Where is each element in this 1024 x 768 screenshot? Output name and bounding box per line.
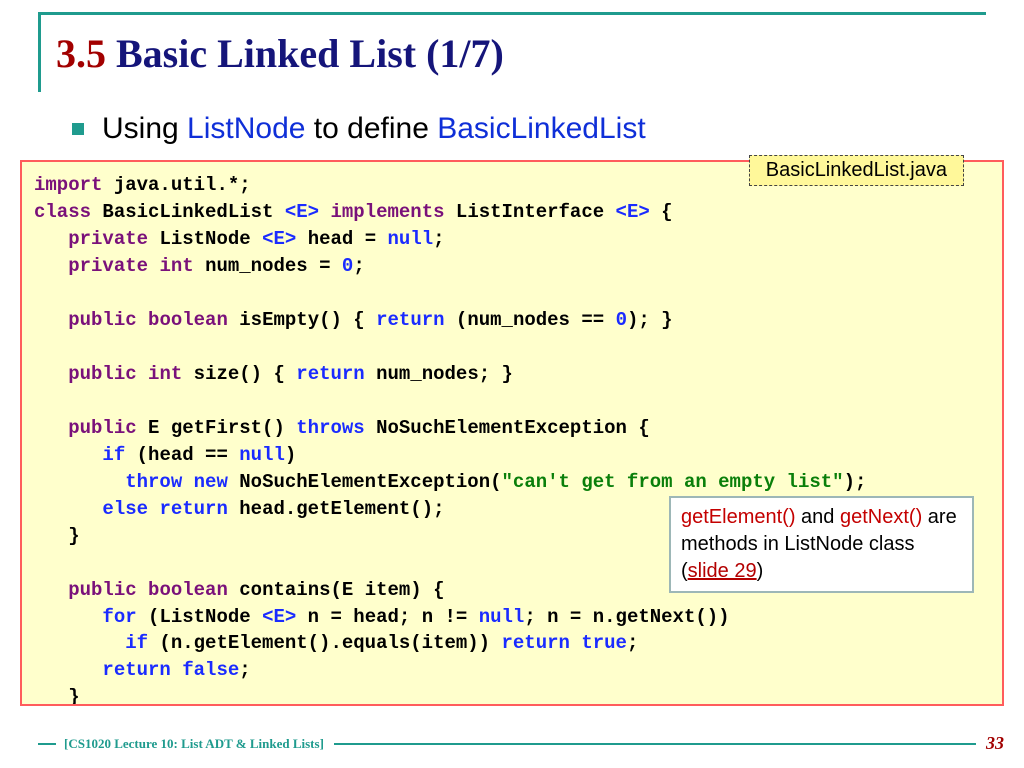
slide-link[interactable]: slide 29: [688, 560, 757, 582]
note-method-1: getElement(): [681, 506, 796, 528]
top-rule: [38, 12, 986, 15]
bullet-text: Using ListNode to define BasicLinkedList: [102, 112, 646, 146]
left-rule: [38, 12, 41, 92]
footer-dash-icon: [38, 743, 56, 745]
page-number: 33: [986, 733, 1004, 754]
footer-text: [CS1020 Lecture 10: List ADT & Linked Li…: [64, 736, 324, 752]
title-text: Basic Linked List (1/7): [116, 31, 504, 76]
note-box: getElement() and getNext() are methods i…: [669, 496, 974, 593]
bullet-icon: [72, 123, 84, 135]
slide-title: 3.5 Basic Linked List (1/7): [56, 30, 504, 77]
note-method-2: getNext(): [840, 506, 922, 528]
section-number: 3.5: [56, 31, 106, 76]
bullet-row: Using ListNode to define BasicLinkedList: [72, 112, 646, 146]
file-label: BasicLinkedList.java: [749, 155, 964, 186]
code-block: import java.util.*; class BasicLinkedLis…: [20, 160, 1004, 706]
footer-rule: [334, 743, 976, 745]
footer: [CS1020 Lecture 10: List ADT & Linked Li…: [0, 733, 1024, 754]
